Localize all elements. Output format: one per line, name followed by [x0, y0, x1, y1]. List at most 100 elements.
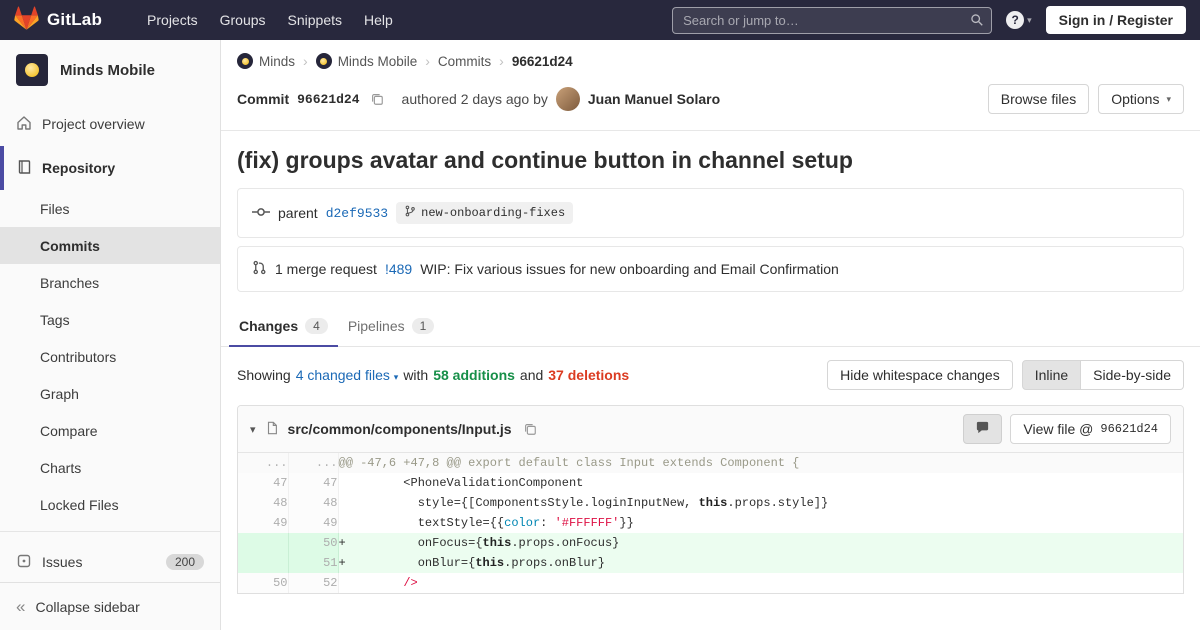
parent-label: parent [278, 205, 318, 221]
collapse-sidebar-button[interactable]: « Collapse sidebar [0, 582, 220, 630]
nav-item-snippets[interactable]: Snippets [277, 6, 353, 34]
project-avatar-small [316, 53, 332, 69]
nav-item-groups[interactable]: Groups [209, 6, 277, 34]
breadcrumb-commits[interactable]: Commits [438, 54, 491, 69]
chevron-down-icon: ▾ [1166, 94, 1171, 105]
copy-file-path-button[interactable] [521, 420, 539, 438]
side-by-side-view-button[interactable]: Side-by-side [1081, 360, 1184, 390]
sidebar-item-project-overview[interactable]: Project overview [0, 102, 220, 146]
new-line-number[interactable]: 49 [288, 513, 338, 533]
old-line-number[interactable]: 50 [238, 573, 288, 593]
sidebar-item-commits[interactable]: Commits [0, 227, 220, 264]
tab-changes-label: Changes [239, 318, 298, 334]
global-search [672, 7, 992, 34]
diff-table: ......@@ -47,6 +47,8 @@ export default c… [238, 453, 1183, 593]
breadcrumb-project[interactable]: Minds Mobile [316, 53, 418, 69]
diff-code-line: + onBlur={this.props.onBlur} [338, 553, 1183, 573]
commit-title: (fix) groups avatar and continue button … [237, 147, 1184, 174]
parent-sha-link[interactable]: d2ef9533 [326, 206, 388, 221]
tab-changes[interactable]: Changes 4 [229, 306, 338, 347]
author-name-link[interactable]: Juan Manuel Solaro [588, 91, 720, 107]
sidebar-item-label: Repository [42, 160, 115, 176]
old-line-number[interactable]: 47 [238, 473, 288, 493]
hide-whitespace-button[interactable]: Hide whitespace changes [827, 360, 1013, 390]
changed-files-dropdown[interactable]: 4 changed files ▾ [296, 367, 399, 383]
old-line-number[interactable] [238, 553, 288, 573]
branch-icon [404, 205, 416, 221]
nav-item-help[interactable]: Help [353, 6, 404, 34]
sidebar-item-locked-files[interactable]: Locked Files [0, 486, 220, 523]
toggle-comments-button[interactable] [963, 414, 1002, 444]
new-line-number[interactable]: 51 [288, 553, 338, 573]
nav-item-projects[interactable]: Projects [136, 6, 209, 34]
showing-label: Showing [237, 367, 291, 383]
tab-pipelines[interactable]: Pipelines 1 [338, 306, 445, 347]
code-segment: <PhoneValidationComponent [339, 476, 584, 490]
merge-request-box: 1 merge request !489 WIP: Fix various is… [237, 246, 1184, 292]
breadcrumb-group[interactable]: Minds [237, 53, 295, 69]
question-icon: ? [1006, 11, 1024, 29]
old-line-number[interactable]: 48 [238, 493, 288, 513]
chevron-down-icon: ▾ [394, 372, 399, 382]
commit-label: Commit [237, 91, 289, 107]
old-line-number[interactable]: 49 [238, 513, 288, 533]
diff-row: 4949 textStyle={{color: '#FFFFFF'}} [238, 513, 1183, 533]
top-navbar: GitLab Projects Groups Snippets Help ? ▾… [0, 0, 1200, 40]
home-icon [16, 115, 32, 134]
mr-ref-link[interactable]: !489 [385, 261, 412, 277]
new-line-number[interactable]: 52 [288, 573, 338, 593]
repository-submenu: Files Commits Branches Tags Contributors… [0, 190, 220, 523]
options-dropdown-button[interactable]: Options ▾ [1098, 84, 1184, 114]
copy-sha-button[interactable] [368, 90, 386, 108]
project-avatar[interactable] [16, 54, 48, 86]
diff-table-body: ......@@ -47,6 +47,8 @@ export default c… [238, 453, 1183, 593]
sidebar-item-label: Project overview [42, 116, 145, 132]
diff-toolbar: Showing 4 changed files ▾ with 58 additi… [221, 347, 1200, 402]
project-name[interactable]: Minds Mobile [60, 62, 155, 79]
diff-row: 50+ onFocus={this.props.onFocus} [238, 533, 1183, 553]
comment-icon [975, 420, 990, 438]
sidebar-item-issues[interactable]: Issues 200 [0, 540, 220, 584]
file-path[interactable]: src/common/components/Input.js [288, 421, 512, 437]
browse-files-button[interactable]: Browse files [988, 84, 1089, 114]
diff-row: 5052 /> [238, 573, 1183, 593]
issues-icon [16, 553, 32, 572]
breadcrumb-separator: › [425, 53, 430, 69]
view-file-button[interactable]: View file @ 96621d24 [1010, 414, 1171, 444]
new-line-number[interactable]: 48 [288, 493, 338, 513]
sidebar-item-files[interactable]: Files [0, 190, 220, 227]
chevron-double-left-icon: « [16, 598, 25, 615]
sidebar-item-graph[interactable]: Graph [0, 375, 220, 412]
project-sidebar: Minds Mobile Project overview Repository… [0, 40, 221, 630]
inline-view-button[interactable]: Inline [1022, 360, 1081, 390]
sidebar-item-branches[interactable]: Branches [0, 264, 220, 301]
code-segment: style={[ComponentsStyle.loginInputNew, [339, 496, 699, 510]
search-input[interactable] [672, 7, 992, 34]
author-avatar[interactable] [556, 87, 580, 111]
old-line-number[interactable] [238, 533, 288, 553]
collapse-diff-chevron-icon[interactable]: ▾ [250, 423, 256, 436]
code-segment: this [483, 536, 512, 550]
sidebar-item-repository[interactable]: Repository [0, 146, 220, 190]
authored-text: authored 2 days ago by [402, 91, 548, 107]
branch-ref-pill[interactable]: new-onboarding-fixes [396, 202, 573, 224]
code-segment: textStyle={{ [339, 516, 505, 530]
gitlab-logo[interactable]: GitLab [14, 6, 102, 34]
new-line-number[interactable]: ... [288, 453, 338, 473]
code-segment: color [504, 516, 540, 530]
help-dropdown[interactable]: ? ▾ [1006, 11, 1032, 29]
sign-in-button[interactable]: Sign in / Register [1046, 6, 1186, 34]
code-segment: this [699, 496, 728, 510]
new-line-number[interactable]: 47 [288, 473, 338, 493]
sidebar-item-contributors[interactable]: Contributors [0, 338, 220, 375]
main-content: Minds › Minds Mobile › Commits › 96621d2… [221, 40, 1200, 630]
repository-icon [16, 159, 32, 178]
sidebar-item-tags[interactable]: Tags [0, 301, 220, 338]
new-line-number[interactable]: 50 [288, 533, 338, 553]
diff-row: 51+ onBlur={this.props.onBlur} [238, 553, 1183, 573]
breadcrumb-separator: › [303, 53, 308, 69]
code-segment: : [540, 516, 554, 530]
sidebar-item-compare[interactable]: Compare [0, 412, 220, 449]
old-line-number[interactable]: ... [238, 453, 288, 473]
sidebar-item-charts[interactable]: Charts [0, 449, 220, 486]
